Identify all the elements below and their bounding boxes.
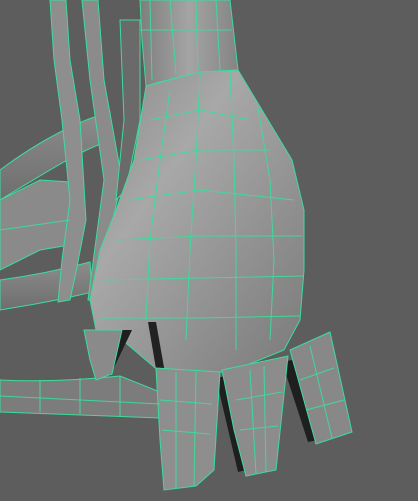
left-loop-lower (0, 261, 93, 311)
3d-viewport[interactable] (0, 0, 418, 501)
wireframe-mesh-render[interactable] (0, 0, 418, 501)
finger-2 (155, 367, 221, 491)
finger-1 (83, 329, 123, 381)
